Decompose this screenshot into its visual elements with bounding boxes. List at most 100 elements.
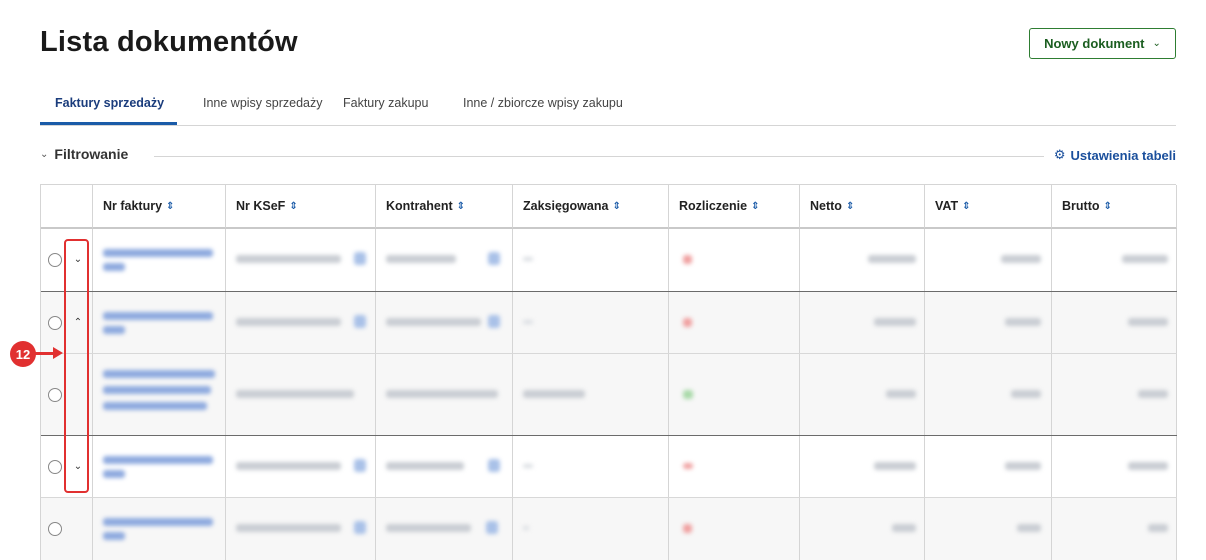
- invoice-number-cell[interactable]: [93, 229, 226, 291]
- obscured-text: [1005, 318, 1041, 326]
- invoice-number-cell[interactable]: [93, 436, 226, 497]
- obscured-text: [1017, 524, 1041, 532]
- net-cell: [800, 436, 925, 497]
- column-label: Nr faktury: [103, 199, 163, 213]
- obscured-text: [386, 390, 498, 398]
- row-select-radio[interactable]: [48, 388, 62, 402]
- copy-icon[interactable]: [488, 459, 500, 472]
- table-row[interactable]: ⌄: [41, 436, 1177, 498]
- column-label: Netto: [810, 199, 842, 213]
- tab-other-purchase-entries[interactable]: Inne / zbiorcze wpisy zakupu: [463, 96, 623, 126]
- invoice-number-cell[interactable]: [93, 354, 226, 435]
- column-label: Zaksięgowana: [523, 199, 609, 213]
- obscured-text: [236, 462, 341, 470]
- column-header-booked[interactable]: Zaksięgowana ⇕: [513, 185, 669, 229]
- column-header-ksef-number[interactable]: Nr KSeF ⇕: [226, 185, 376, 229]
- vat-cell: [925, 436, 1052, 497]
- obscured-text: [523, 257, 533, 261]
- sort-icon: ⇕: [845, 200, 855, 212]
- row-select-radio[interactable]: [48, 522, 62, 536]
- table-row[interactable]: [41, 354, 1177, 436]
- invoice-number-cell[interactable]: [93, 292, 226, 353]
- sort-icon: ⇕: [289, 200, 298, 212]
- contractor-cell: [376, 354, 513, 435]
- net-cell: [800, 292, 925, 353]
- table-row[interactable]: ⌃: [41, 292, 1177, 354]
- obscured-text: [523, 464, 533, 468]
- column-header-settlement[interactable]: Rozliczenie ⇕: [669, 185, 800, 229]
- table-settings-link[interactable]: ⚙ Ustawienia tabeli: [1054, 147, 1176, 163]
- filter-bar: ⌄ Filtrowanie ⚙ Ustawienia tabeli: [40, 146, 1176, 166]
- obscured-text: [103, 532, 125, 540]
- column-header-invoice-number[interactable]: Nr faktury ⇕: [93, 185, 226, 229]
- obscured-text: [868, 255, 916, 263]
- obscured-text: [1005, 462, 1041, 470]
- column-header-gross[interactable]: Brutto ⇕: [1052, 185, 1177, 229]
- annotation-badge: 12: [10, 341, 36, 367]
- table-row[interactable]: [41, 498, 1177, 560]
- obscured-text: [523, 390, 585, 398]
- contractor-cell: [376, 229, 513, 291]
- copy-icon[interactable]: [488, 315, 500, 328]
- copy-icon[interactable]: [354, 521, 366, 534]
- select-column-header: [41, 185, 93, 229]
- obscured-text: [103, 470, 125, 478]
- table-settings-label: Ustawienia tabeli: [1070, 147, 1176, 163]
- obscured-text: [103, 402, 207, 410]
- sort-icon: ⇕: [456, 200, 466, 212]
- column-header-contractor[interactable]: Kontrahent ⇕: [376, 185, 513, 229]
- vat-cell: [925, 292, 1052, 353]
- copy-icon[interactable]: [354, 459, 366, 472]
- vat-cell: [925, 354, 1052, 435]
- status-icon: [683, 524, 692, 533]
- settlement-cell: [669, 498, 800, 560]
- invoice-number-cell[interactable]: [93, 498, 226, 560]
- copy-icon[interactable]: [488, 252, 500, 265]
- row-select-radio[interactable]: [48, 316, 62, 330]
- filter-toggle[interactable]: ⌄ Filtrowanie: [40, 146, 128, 162]
- obscured-text: [1148, 524, 1168, 532]
- annotation-highlight-box: [64, 239, 89, 493]
- gross-cell: [1052, 498, 1177, 560]
- annotation-arrow: [35, 352, 55, 355]
- net-cell: [800, 498, 925, 560]
- status-icon: [683, 318, 692, 327]
- obscured-text: [103, 326, 125, 334]
- status-icon: [683, 463, 693, 469]
- booked-cell: [513, 292, 669, 353]
- obscured-text: [892, 524, 916, 532]
- booked-cell: [513, 229, 669, 291]
- copy-icon[interactable]: [354, 315, 366, 328]
- gear-icon: ⚙: [1053, 147, 1066, 162]
- tab-other-sales-entries[interactable]: Inne wpisy sprzedaży: [203, 96, 323, 126]
- obscured-text: [103, 518, 213, 526]
- obscured-text: [523, 526, 529, 530]
- ksef-number-cell: [226, 436, 376, 497]
- ksef-number-cell: [226, 229, 376, 291]
- obscured-text: [523, 320, 533, 324]
- settlement-cell: [669, 436, 800, 497]
- row-select-radio[interactable]: [48, 460, 62, 474]
- row-select-radio[interactable]: [48, 253, 62, 267]
- copy-icon[interactable]: [486, 521, 498, 534]
- obscured-text: [103, 249, 213, 257]
- filter-label: Filtrowanie: [54, 146, 129, 162]
- tab-purchase-invoices[interactable]: Faktury zakupu: [343, 96, 428, 126]
- new-document-button[interactable]: Nowy dokument ⌄: [1029, 28, 1176, 59]
- document-tabs: Faktury sprzedaży Inne wpisy sprzedaży F…: [40, 96, 1176, 126]
- page-title: Lista dokumentów: [40, 26, 298, 58]
- chevron-down-icon: ⌄: [1152, 38, 1161, 49]
- obscured-text: [1128, 462, 1168, 470]
- sort-icon: ⇕: [1103, 200, 1112, 212]
- table-row[interactable]: ⌄: [41, 229, 1177, 292]
- column-header-vat[interactable]: VAT ⇕: [925, 185, 1052, 229]
- contractor-cell: [376, 436, 513, 497]
- obscured-text: [103, 386, 211, 394]
- obscured-text: [103, 312, 213, 320]
- obscured-text: [386, 255, 456, 263]
- column-header-net[interactable]: Netto ⇕: [800, 185, 925, 229]
- copy-icon[interactable]: [354, 252, 366, 265]
- vat-cell: [925, 229, 1052, 291]
- obscured-text: [236, 524, 341, 532]
- obscured-text: [236, 390, 354, 398]
